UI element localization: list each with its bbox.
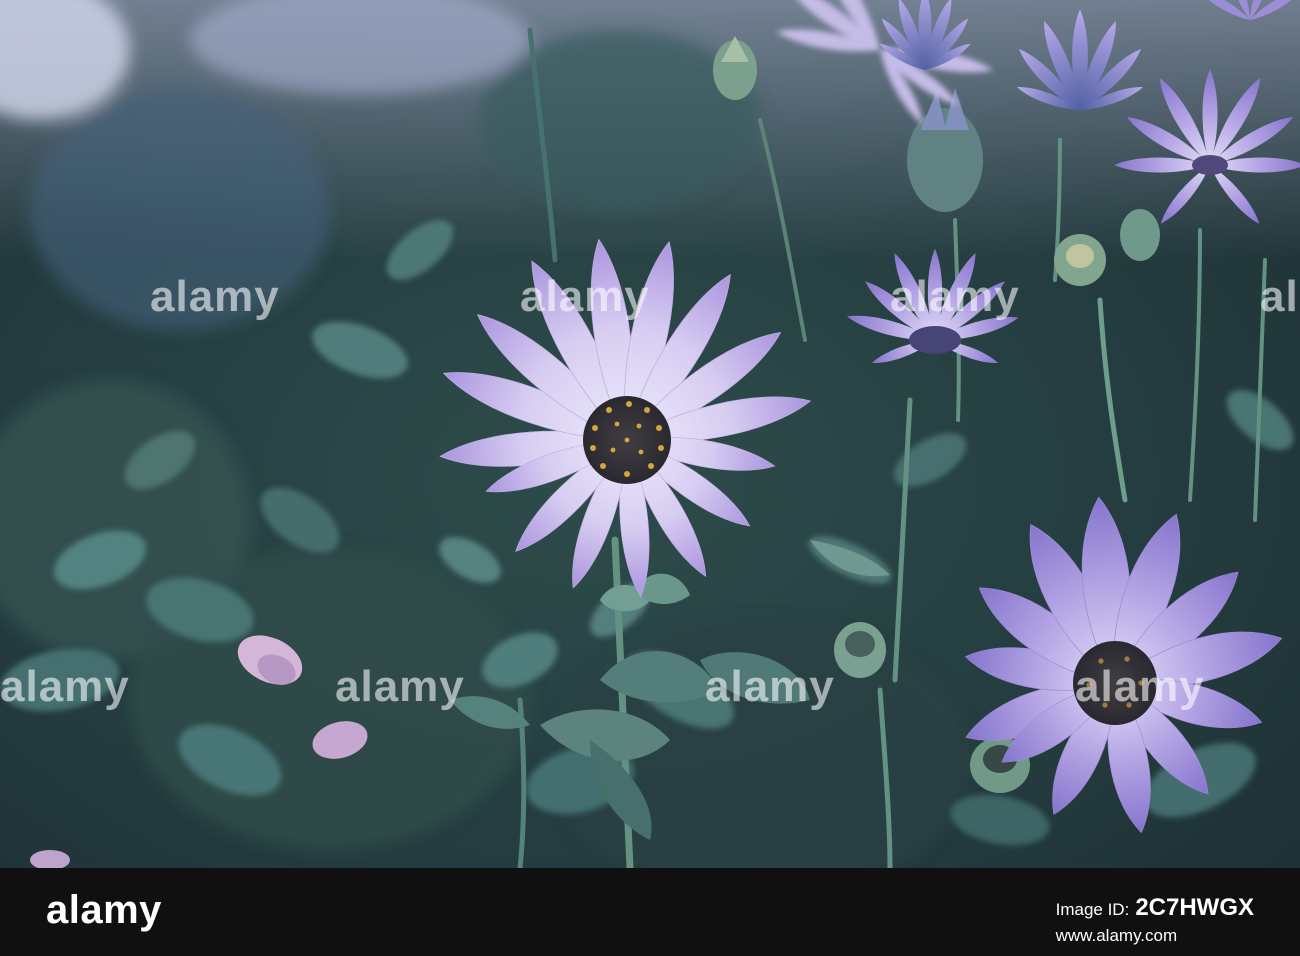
footer-bar: alamy Image ID: 2C7HWGX www.alamy.com: [0, 868, 1300, 956]
site-url[interactable]: www.alamy.com: [1056, 926, 1254, 946]
daisy-photo: [0, 0, 1300, 868]
image-id-label: Image ID:: [1055, 900, 1130, 919]
image-id-row: Image ID: 2C7HWGX www.alamy.com: [1056, 894, 1254, 946]
image-id-value: 2C7HWGX: [1135, 894, 1254, 921]
alamy-logo[interactable]: alamy: [46, 888, 162, 933]
stock-photo-page: alamy alamy alamy alamy alamy alamy alam…: [0, 0, 1300, 956]
